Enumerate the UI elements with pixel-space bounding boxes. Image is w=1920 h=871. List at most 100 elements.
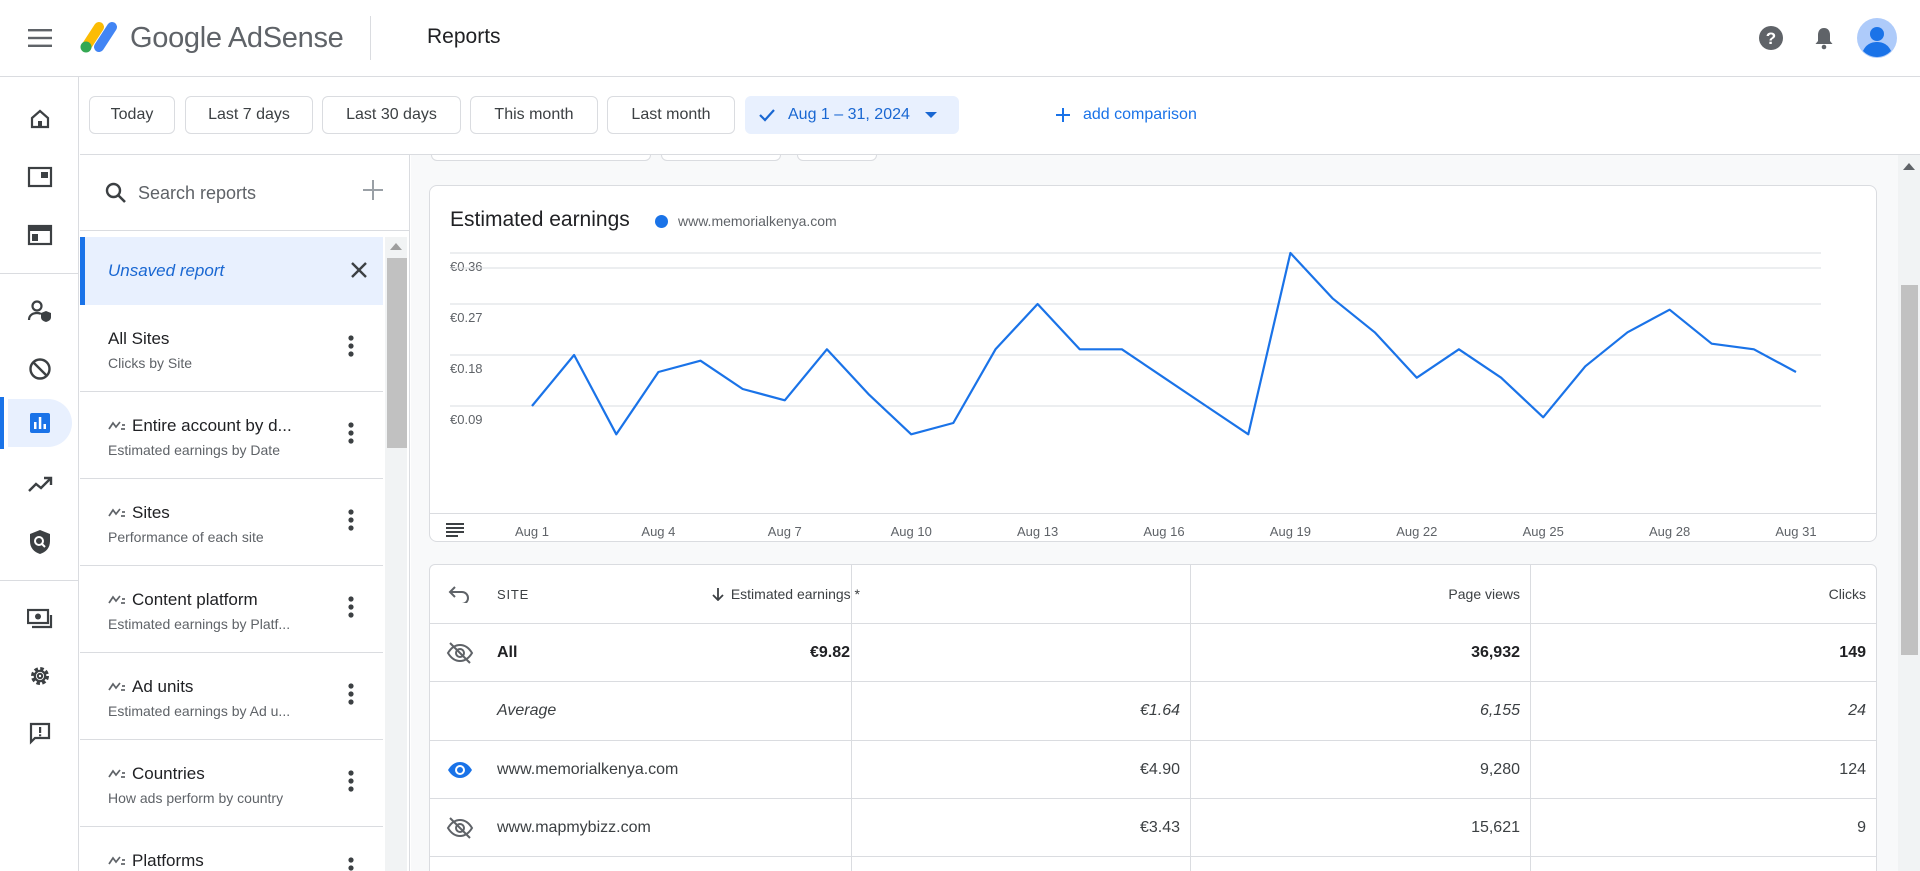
- scroll-up-arrow-icon[interactable]: [390, 243, 402, 250]
- top-app-bar: Google AdSense Reports ?: [0, 0, 1920, 77]
- x-tick-label: Aug 25: [1523, 524, 1564, 539]
- saved-report-item[interactable]: Sites Performance of each site: [80, 479, 383, 566]
- report-title: Countries: [108, 764, 205, 784]
- series-line-memorialkenya[interactable]: [531, 251, 1797, 436]
- table-row-average: Average €1.64 6,155 24: [430, 682, 1876, 741]
- site-name: www.mapmybizz.com: [497, 818, 651, 836]
- x-tick-label: Aug 13: [1017, 524, 1058, 539]
- divider: [430, 513, 1876, 514]
- y-tick-label: €0.36: [450, 259, 483, 274]
- scrollbar-thumb[interactable]: [387, 258, 407, 448]
- reports-scrollbar[interactable]: [385, 237, 407, 871]
- divider: [0, 273, 79, 274]
- saved-report-item[interactable]: Content platform Estimated earnings by Pl…: [80, 566, 383, 653]
- policy-center-icon[interactable]: [0, 516, 79, 568]
- adsense-logo-icon: [80, 22, 117, 53]
- legend-series-name: www.memorialkenya.com: [678, 213, 837, 229]
- more-vert-icon[interactable]: [348, 857, 354, 871]
- svg-text:?: ?: [1766, 29, 1776, 48]
- average-earnings: €1.64: [1139, 702, 1180, 719]
- more-vert-icon[interactable]: [348, 596, 354, 618]
- divider: [0, 580, 79, 581]
- saved-report-item[interactable]: Entire account by d... Estimated earnings…: [80, 392, 383, 479]
- column-header-site[interactable]: SITE: [497, 565, 529, 623]
- ads-icon[interactable]: [0, 209, 79, 261]
- chart-legend[interactable]: www.memorialkenya.com: [655, 213, 837, 229]
- feedback-icon[interactable]: [0, 707, 79, 759]
- saved-report-item[interactable]: Ad units Estimated earnings by Ad u...: [80, 653, 383, 740]
- table-row: www.mapmybizz.com €3.43 15,621 9: [430, 799, 1876, 857]
- sites-icon[interactable]: [0, 151, 79, 203]
- reports-panel: Unsaved report All Sites Clicks by Site En…: [80, 155, 410, 871]
- report-subtitle: Estimated earnings by Ad u...: [108, 703, 291, 719]
- range-chip-last-month[interactable]: Last month: [607, 96, 735, 134]
- add-report-icon[interactable]: [362, 179, 384, 201]
- report-subtitle: Performance of each site: [108, 529, 264, 545]
- average-clicks: 24: [1848, 702, 1866, 719]
- search-icon: [105, 182, 126, 203]
- hidden-control: [431, 155, 651, 161]
- more-vert-icon[interactable]: [348, 683, 354, 705]
- saved-report-item[interactable]: All Sites Clicks by Site: [80, 305, 383, 392]
- selected-range-label: Aug 1 – 31, 2024: [788, 106, 910, 123]
- chart-title: Estimated earnings: [450, 208, 630, 231]
- saved-report-item[interactable]: Platforms: [80, 827, 383, 871]
- report-subtitle: How ads perform by country: [108, 790, 284, 806]
- main-menu-icon[interactable]: [22, 22, 58, 54]
- site-clicks: 124: [1839, 760, 1866, 778]
- range-chip-today[interactable]: Today: [89, 96, 175, 134]
- range-chip-this-month[interactable]: This month: [470, 96, 598, 134]
- report-content: €0.09 €0.18 €0.27 €0.36 Aug 1 Aug 4 Aug 7 Aug 1…: [411, 155, 1898, 871]
- scrollbar-thumb[interactable]: [1901, 285, 1918, 655]
- saved-report-item[interactable]: Countries How ads perform by country: [80, 740, 383, 827]
- chart-data-table-icon[interactable]: [446, 523, 464, 537]
- search-reports-input[interactable]: [138, 179, 338, 207]
- report-title: Platforms: [108, 851, 204, 871]
- hidden-control: [661, 155, 781, 161]
- column-header-page-views[interactable]: Page views: [1448, 565, 1520, 623]
- more-vert-icon[interactable]: [348, 509, 354, 531]
- range-chip-last-30-days[interactable]: Last 30 days: [322, 96, 461, 134]
- sparkline-icon: [108, 769, 125, 778]
- eye-off-icon[interactable]: [446, 799, 474, 856]
- table-row: www.memorialkenya.com €4.90 9,280 124: [430, 741, 1876, 799]
- eye-off-icon[interactable]: [446, 624, 474, 681]
- report-title: All Sites: [108, 329, 169, 349]
- close-icon[interactable]: [347, 258, 371, 282]
- account-avatar[interactable]: [1857, 18, 1897, 58]
- site-page-views: 15,621: [1471, 818, 1520, 836]
- help-icon[interactable]: ?: [1753, 20, 1789, 56]
- unsaved-report-item[interactable]: Unsaved report: [80, 237, 383, 305]
- column-header-clicks[interactable]: Clicks: [1829, 565, 1866, 623]
- reset-view-icon[interactable]: [448, 565, 470, 623]
- more-vert-icon[interactable]: [348, 770, 354, 792]
- privacy-messaging-icon[interactable]: [0, 285, 79, 337]
- optimization-trend-icon[interactable]: [0, 458, 79, 510]
- scroll-up-arrow-icon[interactable]: [1903, 163, 1915, 170]
- notifications-bell-icon[interactable]: [1806, 20, 1842, 56]
- home-icon[interactable]: [0, 93, 79, 145]
- range-chip-last-7-days[interactable]: Last 7 days: [185, 96, 313, 134]
- settings-gear-icon[interactable]: [0, 650, 79, 702]
- add-comparison-button[interactable]: add comparison: [1055, 96, 1197, 134]
- report-subtitle: Estimated earnings by Platf...: [108, 616, 291, 632]
- x-tick-label: Aug 10: [891, 524, 932, 539]
- column-header-earnings[interactable]: Estimated earnings *: [711, 565, 860, 623]
- report-title-text: All Sites: [108, 329, 170, 348]
- payments-icon[interactable]: [0, 593, 79, 645]
- more-vert-icon[interactable]: [348, 422, 354, 444]
- report-subtitle: Clicks by Site: [108, 355, 193, 371]
- main-scrollbar[interactable]: [1898, 155, 1920, 871]
- search-bar: [80, 155, 409, 231]
- x-tick-label: Aug 7: [768, 524, 802, 539]
- adsense-logo[interactable]: Google AdSense: [78, 18, 344, 58]
- plus-icon: [1056, 108, 1070, 122]
- x-tick-label: Aug 28: [1649, 524, 1690, 539]
- earnings-chart-card: €0.09 €0.18 €0.27 €0.36 Aug 1 Aug 4 Aug 7 Aug 1…: [429, 185, 1877, 542]
- eye-icon[interactable]: [446, 741, 474, 798]
- blocking-controls-icon[interactable]: [0, 343, 79, 395]
- date-range-picker[interactable]: Aug 1 – 31, 2024: [745, 96, 959, 134]
- divider: [370, 16, 371, 60]
- reports-nav-icon[interactable]: [0, 397, 79, 449]
- more-vert-icon[interactable]: [348, 335, 354, 357]
